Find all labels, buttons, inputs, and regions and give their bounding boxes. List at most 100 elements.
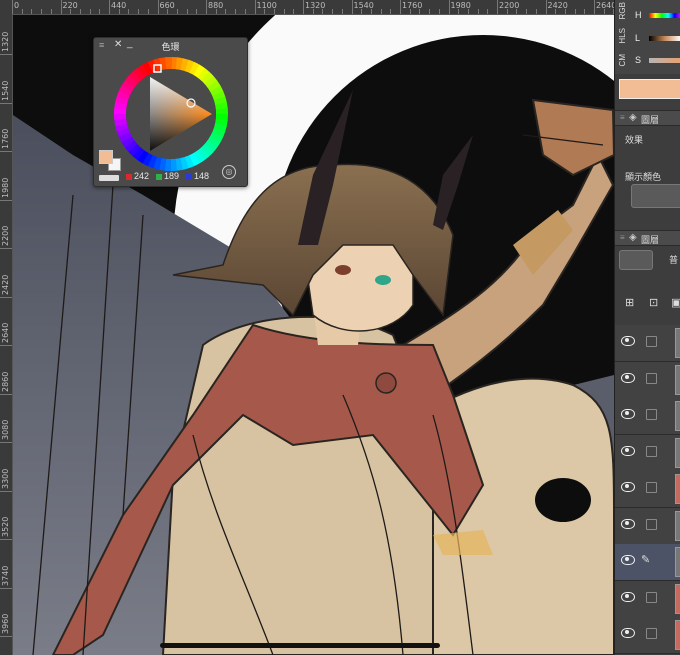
ruler-minor-tick (138, 9, 140, 14)
ruler-tick (303, 0, 304, 14)
s-slider[interactable] (649, 58, 680, 63)
layer-thumbnail (675, 328, 680, 358)
ruler-label: 3300 (1, 468, 10, 489)
ruler-tick (0, 248, 12, 249)
ruler-minor-tick (79, 9, 81, 14)
ruler-label: 2200 (1, 225, 10, 246)
layer-row[interactable] (615, 580, 680, 618)
h-slider[interactable] (649, 13, 680, 18)
settings-icon[interactable]: ◎ (222, 165, 236, 179)
ruler-label: 880 (208, 1, 224, 10)
ruler-tick (497, 0, 498, 14)
current-color-swatch[interactable] (619, 79, 680, 99)
eye-icon[interactable] (621, 409, 635, 419)
tab-rgb[interactable]: RGB (618, 2, 627, 19)
ruler-tick (0, 345, 12, 346)
color-panel-header[interactable]: ≡ ✕ _ 色環 (94, 38, 247, 52)
s-label: S (635, 55, 642, 65)
display-color-label: 顯示顏色 (625, 172, 662, 182)
ruler-label: 3740 (1, 565, 10, 586)
ruler-label: 1540 (1, 80, 10, 101)
layer-row[interactable] (615, 507, 680, 545)
layer-property-header[interactable]: ≡ ◈ 圖層 (615, 110, 680, 126)
l-label: L (635, 33, 641, 43)
ruler-minor-tick (574, 9, 576, 14)
ruler-tick (254, 0, 256, 14)
pen-icon: ✎ (641, 554, 651, 566)
layer-panel-header[interactable]: ≡ ◈ 圖層 (615, 230, 680, 246)
lock-checkbox[interactable] (646, 409, 657, 420)
ruler-minor-tick (225, 9, 227, 14)
eye-icon[interactable] (621, 445, 635, 456)
rgb-g-readout: 189 (156, 171, 179, 181)
layer-thumbnail (675, 474, 680, 504)
layer-row[interactable] (615, 617, 680, 654)
ruler-tick (400, 0, 401, 14)
ruler-minor-tick (477, 9, 479, 14)
ruler-minor-tick (235, 9, 237, 14)
lock-checkbox[interactable] (646, 518, 657, 530)
ruler-tick (0, 296, 12, 298)
lock-checkbox[interactable] (646, 336, 657, 347)
drag-handle-icon[interactable]: ≡ (620, 233, 625, 242)
ruler-tick (0, 442, 12, 443)
layer-thumbnail (675, 583, 680, 614)
eye-icon[interactable] (621, 555, 635, 565)
ruler-minor-tick (176, 9, 178, 14)
ruler-label: 0 (14, 1, 20, 10)
ruler-minor-tick (332, 9, 334, 14)
ruler-minor-tick (50, 9, 52, 14)
layer-row[interactable] (615, 325, 680, 362)
color-wheel-panel[interactable]: ≡ ✕ _ 色環 242 189 148 ◎ (93, 37, 248, 187)
ruler-label: 1320 (1, 31, 10, 52)
eye-icon[interactable] (621, 518, 635, 529)
color-slider-panel: RGB HLS CM H L S (615, 0, 680, 74)
ruler-minor-tick (341, 9, 343, 14)
ruler-tick (0, 587, 12, 589)
tab-hls[interactable]: HLS (618, 28, 627, 44)
ruler-minor-tick (293, 9, 295, 14)
ruler-label: 1100 (256, 1, 277, 10)
drag-handle-icon[interactable]: ≡ (620, 113, 625, 122)
new-folder-icon[interactable]: ▣ (671, 296, 680, 309)
tab-cmyk[interactable]: CM (618, 54, 627, 66)
eye-icon[interactable] (621, 336, 635, 346)
eye-icon[interactable] (621, 591, 635, 602)
layer-thumbnail (675, 510, 680, 541)
layer-row[interactable] (615, 434, 680, 472)
layer-row[interactable] (615, 361, 680, 399)
ruler-label: 660 (159, 1, 175, 10)
l-slider[interactable] (649, 36, 680, 41)
ruler-minor-tick (535, 9, 537, 14)
lock-checkbox[interactable] (646, 482, 657, 493)
layer-row[interactable] (615, 398, 680, 435)
new-vector-layer-icon[interactable]: ⊡ (649, 296, 658, 309)
ruler-minor-tick (584, 9, 586, 14)
lock-checkbox[interactable] (646, 628, 657, 639)
ruler-tick (109, 0, 110, 14)
ruler-minor-tick (196, 9, 198, 14)
blend-mode-label[interactable]: 普 (669, 253, 678, 266)
layer-row[interactable]: ✎ (615, 544, 680, 581)
ruler-label: 2640 (1, 322, 10, 343)
layer-color-button[interactable] (619, 250, 653, 270)
eye-icon[interactable] (621, 482, 635, 492)
ruler-label: 3960 (1, 613, 10, 634)
lock-checkbox[interactable] (646, 372, 657, 384)
ruler-label: 2860 (1, 371, 10, 392)
main-color-swatch[interactable] (99, 150, 113, 164)
eye-icon[interactable] (621, 628, 635, 638)
layer-row[interactable] (615, 471, 680, 508)
lock-checkbox[interactable] (646, 445, 657, 457)
eye-icon[interactable] (621, 372, 635, 383)
panel-title: 色環 (161, 42, 180, 52)
ruler-minor-tick (438, 9, 440, 14)
ruler-label: 3520 (1, 516, 10, 537)
color-wheel[interactable] (112, 55, 230, 173)
ruler-minor-tick (429, 9, 431, 14)
section-title: 圖層 (641, 115, 660, 125)
new-layer-icon[interactable]: ⊞ (625, 296, 634, 309)
display-color-button[interactable] (631, 184, 680, 208)
color-mode-toggle[interactable] (99, 175, 119, 181)
lock-checkbox[interactable] (646, 591, 657, 603)
